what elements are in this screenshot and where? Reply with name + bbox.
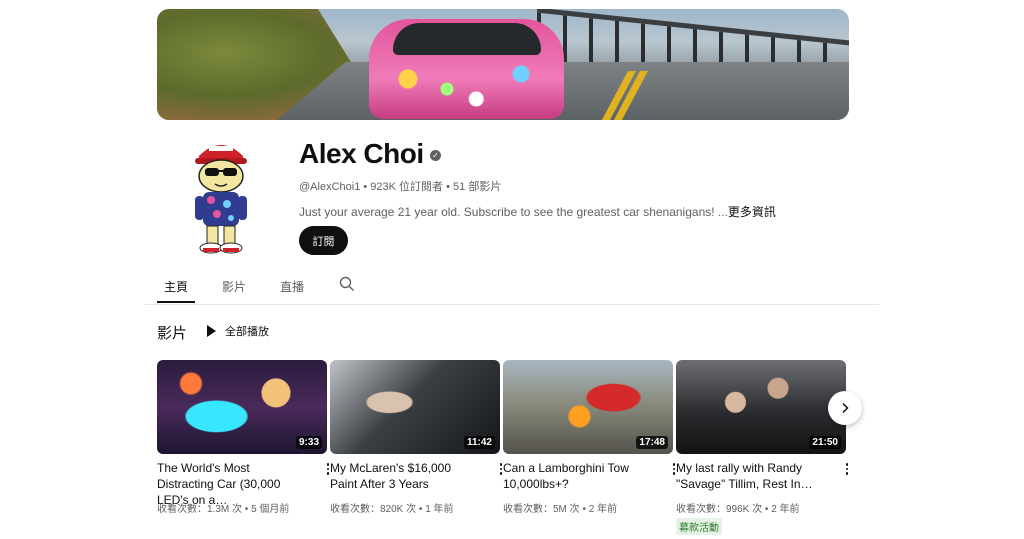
channel-meta: @AlexChoi1 • 923K 位訂閱者 • 51 部影片 — [299, 178, 501, 194]
section-title[interactable]: 影片 — [157, 322, 187, 343]
video-thumbnail[interactable]: 17:48 — [503, 360, 673, 454]
video-age: 5 個月前 — [251, 504, 290, 515]
video-views: 收看次數：1.3M 次 — [157, 504, 243, 515]
video-duration: 21:50 — [809, 436, 841, 449]
play-all-label: 全部播放 — [225, 326, 269, 338]
video-meta: 收看次數：820K 次 • 1 年前 — [330, 504, 454, 515]
play-icon — [207, 325, 216, 337]
subscribe-button[interactable]: 訂閱 — [299, 226, 348, 255]
channel-avatar[interactable] — [181, 130, 261, 260]
video-meta: 收看次數：996K 次 • 2 年前 — [676, 504, 800, 515]
carousel-next-button[interactable] — [828, 391, 862, 425]
banner-car-windshield — [393, 23, 541, 55]
subscriber-count: 923K 位訂閱者 — [370, 181, 444, 193]
play-all-button[interactable]: 全部播放 — [207, 322, 269, 340]
video-thumbnail[interactable]: 9:33 — [157, 360, 327, 454]
video-views: 收看次數：5M 次 — [503, 504, 580, 515]
search-icon[interactable] — [339, 276, 355, 292]
tab-videos[interactable]: 影片 — [222, 278, 246, 295]
video-title[interactable]: My last rally with Randy "Savage" Tillim… — [676, 460, 826, 492]
video-card[interactable]: 21:50 My last rally with Randy "Savage" … — [676, 360, 849, 535]
video-thumbnail[interactable]: 11:42 — [330, 360, 500, 454]
video-views: 收看次數：820K 次 — [330, 504, 417, 515]
video-age: 1 年前 — [425, 504, 454, 515]
video-duration: 17:48 — [636, 436, 668, 449]
meta-separator: • — [446, 181, 454, 193]
tab-live[interactable]: 直播 — [280, 278, 304, 295]
channel-description[interactable]: Just your average 21 year old. Subscribe… — [299, 203, 776, 220]
video-card[interactable]: 9:33 The World's Most Distracting Car (3… — [157, 360, 330, 515]
video-duration: 9:33 — [295, 436, 322, 449]
video-card[interactable]: 11:42 My McLaren's $16,000 Paint After 3… — [330, 360, 503, 515]
more-options-icon[interactable] — [842, 460, 852, 478]
channel-banner — [157, 9, 849, 120]
channel-name: Alex Choi — [299, 138, 424, 169]
video-views: 收看次數：996K 次 — [676, 504, 763, 515]
verified-badge-icon: ✓ — [430, 150, 441, 161]
more-info-link[interactable]: 更多資訊 — [728, 205, 776, 219]
channel-handle: @AlexChoi1 — [299, 181, 361, 193]
video-thumbnail[interactable]: 21:50 — [676, 360, 846, 454]
chevron-right-icon — [842, 402, 849, 414]
video-meta: 收看次數：1.3M 次 • 5 個月前 — [157, 504, 290, 515]
video-card[interactable]: 17:48 Can a Lamborghini Tow 10,000lbs+? … — [503, 360, 676, 515]
tabs-divider — [145, 304, 879, 305]
fundraiser-badge: 募款活動 — [676, 518, 722, 535]
video-age: 2 年前 — [771, 504, 800, 515]
video-duration: 11:42 — [463, 436, 495, 449]
active-tab-indicator — [157, 301, 195, 303]
video-title[interactable]: My McLaren's $16,000 Paint After 3 Years — [330, 460, 480, 492]
video-age: 2 年前 — [588, 504, 618, 515]
video-meta: 收看次數：5M 次 • 2 年前 — [503, 504, 618, 515]
tab-home[interactable]: 主頁 — [164, 278, 188, 295]
description-text: Just your average 21 year old. Subscribe… — [299, 205, 728, 219]
video-title[interactable]: Can a Lamborghini Tow 10,000lbs+? — [503, 460, 653, 492]
video-count: 51 部影片 — [453, 181, 502, 193]
